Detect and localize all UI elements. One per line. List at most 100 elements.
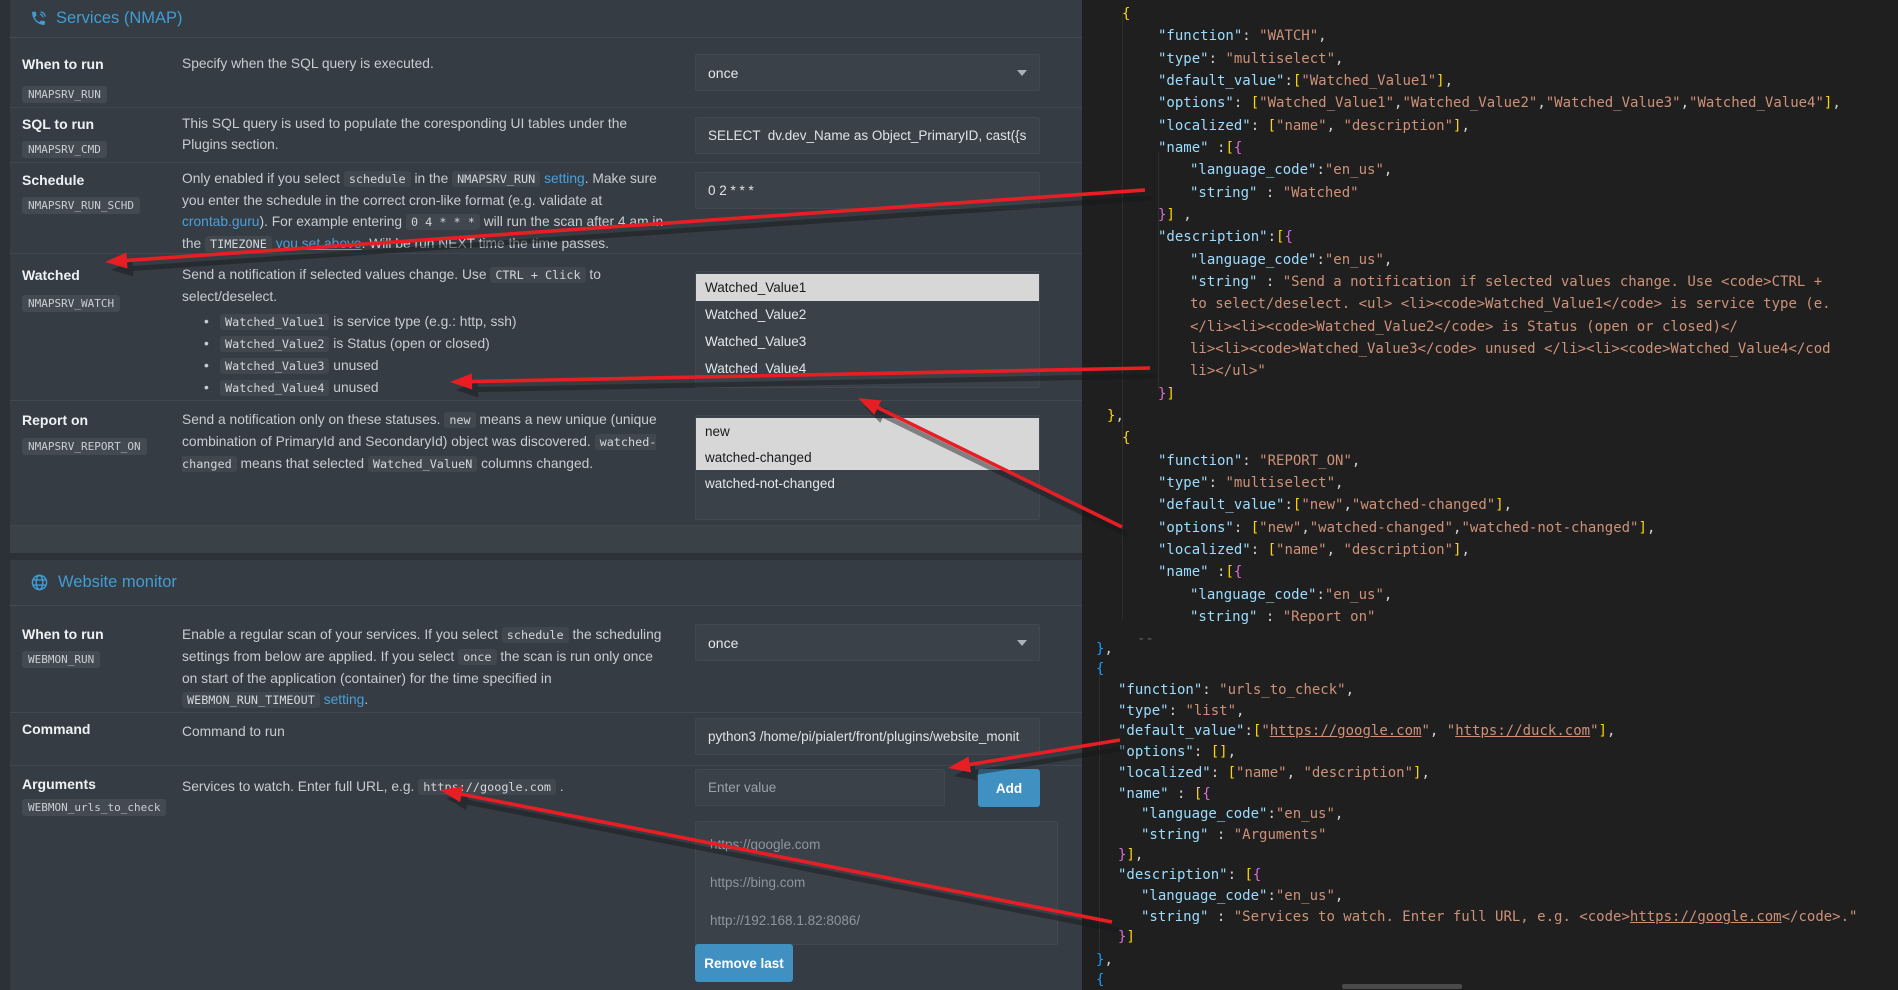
phone-volume-icon <box>30 10 47 27</box>
code-token: , <box>1327 542 1344 558</box>
link[interactable]: setting <box>544 171 585 186</box>
code-token: , <box>1335 51 1343 67</box>
multiselect-option[interactable]: watched-not-changed <box>696 470 1039 496</box>
multiselect-option[interactable]: watched-changed <box>696 444 1039 470</box>
multiselect-option[interactable]: Watched_Value2 <box>696 301 1039 328</box>
code-token: { <box>1253 867 1261 883</box>
website-monitor-header: Website monitor <box>10 560 1082 606</box>
setting-description: Specify when the SQL query is executed. <box>182 53 666 78</box>
multiselect-option[interactable]: Watched_Value4 <box>696 355 1039 382</box>
setting-input-schedule[interactable] <box>695 172 1040 209</box>
code-token: : <box>1244 723 1252 739</box>
code-token: { <box>1234 140 1242 156</box>
url-list[interactable]: https://google.comhttps://bing.comhttp:/… <box>695 821 1058 945</box>
desc-paragraph: Specify when the SQL query is executed. <box>182 53 666 74</box>
code-token: : <box>1209 475 1226 491</box>
code-token: "description" <box>1118 867 1228 883</box>
setting-description: Services to watch. Enter full URL, e.g. … <box>182 776 666 802</box>
services-nmap-card: Services (NMAP) When to runNMAPSRV_RUNSp… <box>10 0 1082 552</box>
inline-code: https://google.com <box>418 779 556 795</box>
desc-text: unused <box>329 380 378 395</box>
multiselect-option[interactable]: new <box>696 418 1039 444</box>
services-row-watched: WatchedNMAPSRV_WATCHSend a notification … <box>10 253 1082 401</box>
code-line: "language_code":"en_us", <box>1190 160 1392 180</box>
code-token: [ <box>1244 867 1252 883</box>
setting-multiselect-report-on[interactable]: newwatched-changedwatched-not-changed <box>695 415 1040 520</box>
code-token: ] <box>1495 497 1503 513</box>
code-token: "multiselect" <box>1225 475 1335 491</box>
code-token: : <box>1169 786 1194 802</box>
code-token: : <box>1268 229 1276 245</box>
code-token: "default_value" <box>1158 73 1284 89</box>
desc-text: ). For example entering <box>259 214 405 229</box>
code-token: { <box>1284 229 1292 245</box>
code-token: , <box>1335 806 1343 822</box>
setting-code-badge: NMAPSRV_REPORT_ON <box>22 438 147 455</box>
url-list-item: https://bing.com <box>696 864 1057 902</box>
code-token: https://duck.com <box>1455 723 1590 739</box>
setting-description: Command to run <box>182 721 666 746</box>
code-token: ] <box>1126 929 1134 945</box>
setting-select-when-to-run[interactable]: once <box>695 624 1040 661</box>
link[interactable]: setting <box>324 692 365 707</box>
input-wrap <box>695 172 1040 209</box>
desc-paragraph: Only enabled if you select schedule in t… <box>182 168 666 255</box>
setting-multiselect-watched[interactable]: Watched_Value1Watched_Value2Watched_Valu… <box>695 271 1040 388</box>
code-token: , <box>1343 497 1351 513</box>
code-token: "description" <box>1158 229 1268 245</box>
link[interactable]: crontab.guru <box>182 214 259 229</box>
remove-last-button[interactable]: Remove last <box>695 944 793 982</box>
indent-guide <box>1158 152 1159 390</box>
code-token: [ <box>1268 542 1276 558</box>
code-token: [ <box>1228 765 1236 781</box>
multiselect-option[interactable]: Watched_Value3 <box>696 328 1039 355</box>
code-token: ] <box>1126 847 1134 863</box>
code-line: "function": "urls_to_check", <box>1118 680 1354 700</box>
chevron-down-icon <box>1017 640 1027 646</box>
desc-text: Send a notification only on these status… <box>182 412 444 427</box>
code-token: "name" <box>1236 765 1287 781</box>
code-token: , <box>1384 162 1392 178</box>
desc-text: Send a notification if selected values c… <box>182 267 490 282</box>
code-token: "en_us" <box>1325 252 1384 268</box>
inline-code: CTRL + Click <box>490 267 585 283</box>
code-line: "type": "multiselect", <box>1158 473 1343 493</box>
services-row-sql-to-run: SQL to runNMAPSRV_CMDThis SQL query is u… <box>10 107 1082 163</box>
desc-paragraph: Send a notification if selected values c… <box>182 264 666 307</box>
link[interactable]: you set above <box>276 236 362 251</box>
setting-code-badge: WEBMON_RUN <box>22 651 100 668</box>
multiselect-option[interactable]: Watched_Value1 <box>696 274 1039 301</box>
setting-input-command[interactable] <box>695 718 1040 755</box>
url-entry-input[interactable] <box>695 769 945 806</box>
code-token: "function" <box>1118 682 1202 698</box>
code-token: : <box>1194 744 1211 760</box>
code-token: "description" <box>1343 118 1453 134</box>
add-button[interactable]: Add <box>978 769 1040 807</box>
setting-label: When to run <box>22 56 104 72</box>
desc-text: Specify when the SQL query is executed. <box>182 56 434 71</box>
inline-code: Watched_Value3 <box>220 358 329 374</box>
code-token: : <box>1169 703 1186 719</box>
code-token: : <box>1316 252 1324 268</box>
code-token: "string" <box>1141 909 1208 925</box>
code-token: , <box>1352 453 1360 469</box>
setting-code-badge: NMAPSRV_WATCH <box>22 295 120 312</box>
code-token: : <box>1209 140 1226 156</box>
code-line: "options": ["Watched_Value1","Watched_Va… <box>1158 93 1841 113</box>
code-token: ] <box>1639 520 1647 536</box>
setting-select-when-to-run[interactable]: once <box>695 54 1040 91</box>
code-line: </li><li><code>Watched_Value2</code> is … <box>1190 317 1738 337</box>
inline-code: 0 4 * * * <box>406 214 480 230</box>
setting-input-sql-to-run[interactable] <box>695 117 1040 154</box>
code-editor[interactable]: {"function": "WATCH","type": "multiselec… <box>1082 0 1898 990</box>
code-token: "REPORT_ON" <box>1259 453 1352 469</box>
code-line: "function": "REPORT_ON", <box>1158 451 1360 471</box>
code-token: : <box>1251 118 1268 134</box>
code-token: , <box>1236 703 1244 719</box>
url-list-item: https://google.com <box>696 826 1057 864</box>
code-token: : <box>1234 95 1251 111</box>
horizontal-scrollbar[interactable] <box>1342 984 1462 989</box>
code-token: "default_value" <box>1158 497 1284 513</box>
code-token: [] <box>1211 744 1228 760</box>
code-line: "string" : "Arguments" <box>1141 825 1326 845</box>
